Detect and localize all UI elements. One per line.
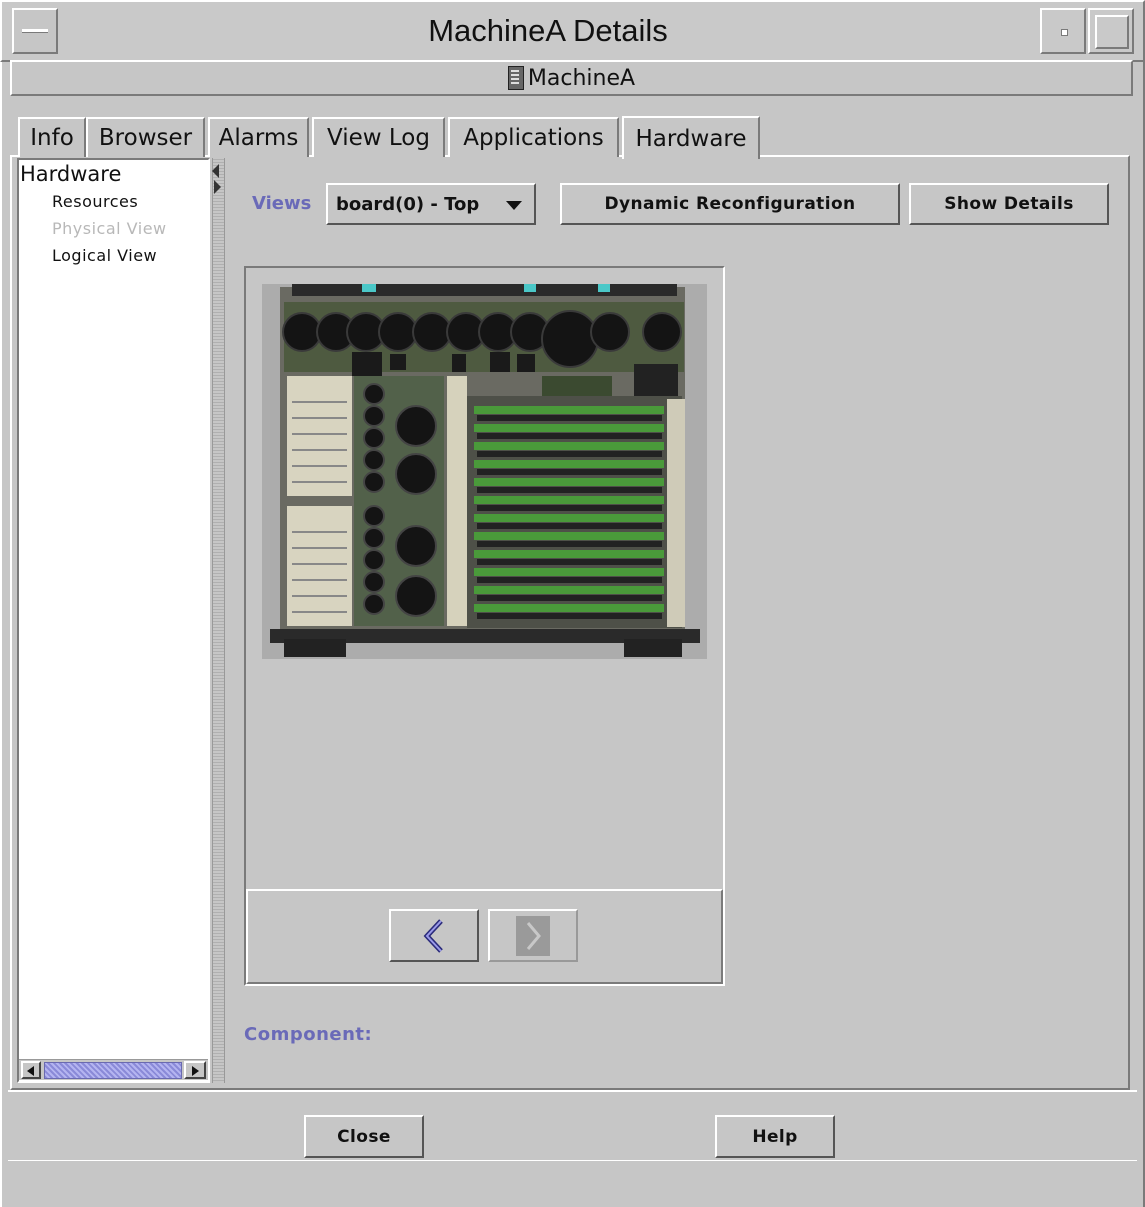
tab-applications[interactable]: Applications xyxy=(448,117,619,157)
window-bottom-edge xyxy=(8,1160,1137,1207)
tree-root-hardware[interactable]: Hardware xyxy=(20,162,121,186)
minimize-button[interactable] xyxy=(1040,8,1086,54)
host-name: MachineA xyxy=(527,65,636,91)
window-menu-button[interactable] xyxy=(12,8,58,54)
views-dropdown[interactable]: board(0) - Top xyxy=(326,183,536,225)
expand-right-icon[interactable] xyxy=(214,180,221,194)
scroll-right-arrow-icon[interactable] xyxy=(184,1061,206,1079)
maximize-button[interactable] xyxy=(1088,8,1134,54)
collapse-left-icon[interactable] xyxy=(212,164,219,178)
scrollbar-thumb[interactable] xyxy=(44,1062,182,1079)
component-label: Component: xyxy=(244,1024,373,1045)
help-button[interactable]: Help xyxy=(715,1115,835,1158)
next-view-disabled-box xyxy=(516,915,550,956)
tree-item-logical-view[interactable]: Logical View xyxy=(52,246,157,265)
previous-view-button[interactable] xyxy=(389,909,479,962)
splitter-handle[interactable] xyxy=(212,158,225,1083)
dropdown-arrow-icon xyxy=(506,201,522,210)
tab-alarms[interactable]: Alarms xyxy=(208,117,309,157)
window-frame-right xyxy=(1137,62,1145,1207)
server-icon xyxy=(507,66,524,90)
dynamic-reconfiguration-button[interactable]: Dynamic Reconfiguration xyxy=(560,183,900,225)
chevron-left-icon xyxy=(423,918,443,953)
tab-info[interactable]: Info xyxy=(18,117,86,157)
views-selected-value: board(0) - Top xyxy=(336,193,480,215)
show-details-button[interactable]: Show Details xyxy=(909,183,1109,225)
chevron-right-icon xyxy=(526,921,541,950)
tree-item-resources[interactable]: Resources xyxy=(52,192,138,211)
image-navigation-panel xyxy=(246,889,723,984)
close-button[interactable]: Close xyxy=(304,1115,424,1158)
views-label: Views xyxy=(252,193,312,214)
system-board-picture xyxy=(270,284,700,657)
scroll-left-arrow-icon[interactable] xyxy=(21,1061,41,1079)
dialog-footer xyxy=(8,1090,1137,1160)
host-header: MachineA xyxy=(10,60,1133,96)
window-frame-left xyxy=(0,62,8,1207)
tab-browser[interactable]: Browser xyxy=(86,117,205,157)
next-view-button xyxy=(488,909,578,962)
window-title: MachineA Details xyxy=(428,13,668,48)
board-image[interactable] xyxy=(262,284,707,659)
tree-item-physical-view: Physical View xyxy=(52,219,167,238)
tab-hardware[interactable]: Hardware xyxy=(622,116,760,159)
hardware-tree[interactable] xyxy=(17,158,210,1083)
tab-view-log[interactable]: View Log xyxy=(312,117,445,157)
